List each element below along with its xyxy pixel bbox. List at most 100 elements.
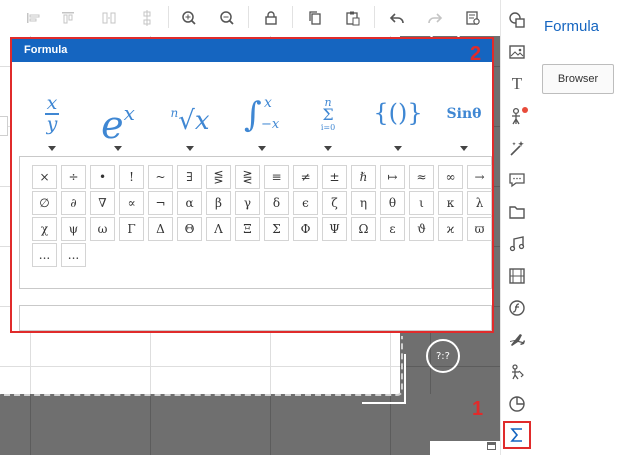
formula-icon[interactable] bbox=[503, 421, 531, 449]
symbol-button[interactable]: ∅ bbox=[32, 191, 57, 215]
symbol-button[interactable]: ¬ bbox=[148, 191, 173, 215]
symbol-button[interactable]: Γ bbox=[119, 217, 144, 241]
formula-panel: Formula x y ex n√x ∫ x −x n Σ i=0 {()} S… bbox=[10, 37, 494, 333]
preview-icon[interactable] bbox=[462, 7, 484, 29]
symbol-button[interactable]: ∇ bbox=[90, 191, 115, 215]
sum-symbol: Σ bbox=[322, 105, 334, 124]
symbol-button[interactable]: ℏ bbox=[351, 165, 376, 189]
plane-icon[interactable] bbox=[505, 328, 529, 352]
symbol-button[interactable]: × bbox=[32, 165, 57, 189]
integral-upper: x bbox=[264, 95, 272, 111]
effects-icon[interactable] bbox=[505, 136, 529, 160]
radical-icon[interactable]: n√x bbox=[160, 89, 220, 151]
symbol-button[interactable]: ÷ bbox=[61, 165, 86, 189]
symbol-button[interactable]: ∂ bbox=[61, 191, 86, 215]
help-text: ?:? bbox=[436, 350, 450, 362]
exponent-sup: x bbox=[123, 101, 135, 125]
symbol-button[interactable]: ε bbox=[380, 217, 405, 241]
notification-dot bbox=[522, 107, 528, 113]
symbol-button[interactable]: η bbox=[351, 191, 376, 215]
symbol-button[interactable]: ϵ bbox=[293, 191, 318, 215]
symbol-button[interactable]: ω bbox=[90, 217, 115, 241]
symbol-button[interactable]: ! bbox=[119, 165, 144, 189]
symbol-button[interactable]: β bbox=[206, 191, 231, 215]
symbol-button[interactable]: ∝ bbox=[119, 191, 144, 215]
symbol-button[interactable]: ↦ bbox=[380, 165, 405, 189]
symbol-button[interactable]: → bbox=[467, 165, 492, 189]
integral-lower: −x bbox=[261, 117, 280, 132]
flash-icon[interactable] bbox=[505, 296, 529, 320]
symbol-button[interactable]: Λ bbox=[206, 217, 231, 241]
symbol-button[interactable]: γ bbox=[235, 191, 260, 215]
symbol-button[interactable]: Φ bbox=[293, 217, 318, 241]
symbol-button[interactable]: ... bbox=[32, 243, 57, 267]
distribute-horizontal-icon[interactable] bbox=[98, 7, 120, 29]
svg-icon[interactable] bbox=[505, 360, 529, 384]
fraction-icon[interactable]: x y bbox=[22, 89, 82, 151]
symbol-button[interactable]: ± bbox=[322, 165, 347, 189]
symbol-button[interactable]: δ bbox=[264, 191, 289, 215]
sum-lower: i=0 bbox=[320, 123, 336, 132]
canvas-background-bottom bbox=[0, 394, 500, 455]
symbol-button[interactable]: α bbox=[177, 191, 202, 215]
shapes-icon[interactable] bbox=[505, 8, 529, 32]
folder-icon[interactable] bbox=[505, 200, 529, 224]
symbol-button[interactable]: ζ bbox=[322, 191, 347, 215]
symbol-button[interactable]: ϖ bbox=[467, 217, 492, 241]
symbol-button[interactable]: ⋚ bbox=[206, 165, 231, 189]
fraction-top: x bbox=[46, 92, 58, 114]
symbol-button[interactable]: ... bbox=[61, 243, 86, 267]
symbol-button[interactable]: ⋛ bbox=[235, 165, 260, 189]
undo-icon[interactable] bbox=[386, 7, 408, 29]
symbol-button[interactable]: χ bbox=[32, 217, 57, 241]
symbol-button[interactable]: ∞ bbox=[438, 165, 463, 189]
lock-icon[interactable] bbox=[260, 7, 282, 29]
paste-icon[interactable] bbox=[342, 7, 364, 29]
symbol-button[interactable]: ≠ bbox=[293, 165, 318, 189]
character-icon[interactable] bbox=[505, 104, 529, 128]
redo-icon[interactable] bbox=[424, 7, 446, 29]
symbol-button[interactable]: Σ bbox=[264, 217, 289, 241]
formula-input[interactable] bbox=[19, 305, 492, 331]
symbol-button[interactable]: Ψ bbox=[322, 217, 347, 241]
chart-icon[interactable] bbox=[505, 392, 529, 416]
brackets-icon[interactable]: {()} bbox=[368, 89, 428, 151]
symbol-button[interactable]: Δ bbox=[148, 217, 173, 241]
symbol-button[interactable]: Θ bbox=[177, 217, 202, 241]
symbol-button[interactable]: ϰ bbox=[438, 217, 463, 241]
symbol-button[interactable]: θ bbox=[380, 191, 405, 215]
symbol-button[interactable]: ≡ bbox=[264, 165, 289, 189]
symbol-button[interactable]: ∃ bbox=[177, 165, 202, 189]
music-icon[interactable] bbox=[505, 232, 529, 256]
copy-icon[interactable] bbox=[304, 7, 326, 29]
browser-button[interactable]: Browser bbox=[542, 64, 614, 94]
video-icon[interactable] bbox=[505, 264, 529, 288]
symbol-button[interactable]: Ω bbox=[351, 217, 376, 241]
symbol-button[interactable]: ι bbox=[409, 191, 434, 215]
zoom-out-icon[interactable] bbox=[216, 7, 238, 29]
align-left-icon[interactable] bbox=[22, 7, 44, 29]
summation-icon[interactable]: n Σ i=0 bbox=[298, 89, 358, 151]
trig-icon[interactable]: Sinθ bbox=[434, 89, 494, 151]
symbol-button[interactable]: ψ bbox=[61, 217, 86, 241]
window-control[interactable] bbox=[430, 441, 500, 455]
symbol-button[interactable]: ~ bbox=[148, 165, 173, 189]
speech-bubble-icon[interactable] bbox=[505, 168, 529, 192]
symbol-button[interactable]: ϑ bbox=[409, 217, 434, 241]
image-icon[interactable] bbox=[505, 40, 529, 64]
integral-icon[interactable]: ∫ x −x bbox=[232, 89, 292, 151]
exponent-icon[interactable]: ex bbox=[88, 89, 148, 151]
text-icon[interactable]: T bbox=[505, 72, 529, 96]
symbol-button[interactable]: ≈ bbox=[409, 165, 434, 189]
align-top-icon[interactable] bbox=[57, 7, 79, 29]
symbol-button[interactable]: λ bbox=[467, 191, 492, 215]
symbol-grid: × ÷ •! ~ ∃ ⋚ ⋛ ≡ ≠ ± ℏ ↦ ≈ ∞ → ∅ ∂ ∇ ∝ ¬ α β γ δ ϵ ζ η θ ι κ λ χ ψ ω Γ Δ Θ Λ Ξ… bbox=[32, 165, 492, 269]
symbol-button[interactable]: κ bbox=[438, 191, 463, 215]
distribute-vertical-icon[interactable] bbox=[136, 7, 158, 29]
properties-panel: Formula Browser bbox=[532, 0, 619, 455]
symbol-button[interactable]: Ξ bbox=[235, 217, 260, 241]
zoom-in-icon[interactable] bbox=[178, 7, 200, 29]
symbol-button[interactable]: • bbox=[90, 165, 115, 189]
help-circle[interactable]: ?:? bbox=[426, 339, 460, 373]
panel-edge bbox=[0, 116, 8, 136]
